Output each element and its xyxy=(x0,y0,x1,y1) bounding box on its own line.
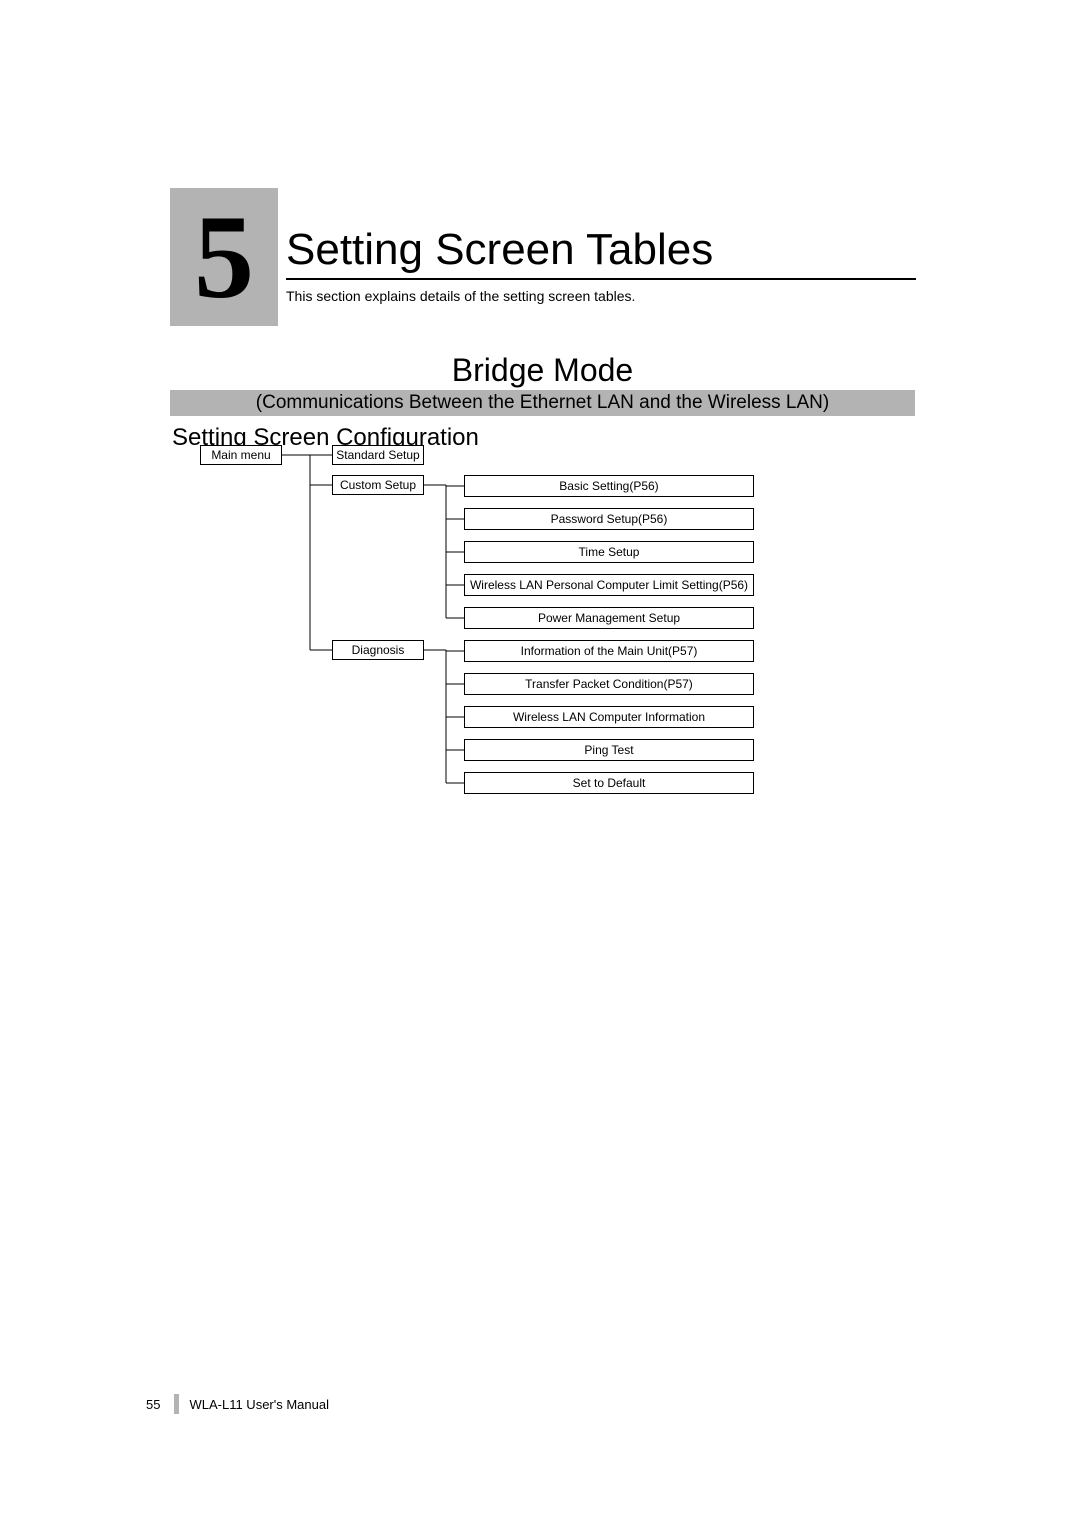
node-label: Password Setup(P56) xyxy=(551,512,668,526)
node-label: Transfer Packet Condition(P57) xyxy=(525,677,693,691)
node-label: Main menu xyxy=(211,448,270,462)
node-label: Power Management Setup xyxy=(538,611,680,625)
mode-subtitle-bar: (Communications Between the Ethernet LAN… xyxy=(170,390,915,416)
mode-subtitle: (Communications Between the Ethernet LAN… xyxy=(256,392,829,414)
node-ping-test: Ping Test xyxy=(464,739,754,761)
node-label: Wireless LAN Personal Computer Limit Set… xyxy=(470,578,748,592)
node-set-default: Set to Default xyxy=(464,772,754,794)
node-time-setup: Time Setup xyxy=(464,541,754,563)
chapter-subtitle: This section explains details of the set… xyxy=(286,288,635,304)
node-main-menu: Main menu xyxy=(200,445,282,465)
chapter-number-block: 5 xyxy=(170,188,278,326)
node-label: Time Setup xyxy=(579,545,640,559)
footer-text: WLA-L11 User's Manual xyxy=(189,1397,329,1412)
mode-title: Bridge Mode xyxy=(170,352,915,389)
node-basic-setting: Basic Setting(P56) xyxy=(464,475,754,497)
node-transfer-packet: Transfer Packet Condition(P57) xyxy=(464,673,754,695)
node-label: Wireless LAN Computer Information xyxy=(513,710,705,724)
manual-page: 5 Setting Screen Tables This section exp… xyxy=(0,0,1080,1528)
chapter-title: Setting Screen Tables xyxy=(286,225,713,275)
node-password-setup: Password Setup(P56) xyxy=(464,508,754,530)
node-standard-setup: Standard Setup xyxy=(332,445,424,465)
node-label: Standard Setup xyxy=(336,448,419,462)
node-wlan-computer-info: Wireless LAN Computer Information xyxy=(464,706,754,728)
node-label: Information of the Main Unit(P57) xyxy=(521,644,698,658)
node-label: Diagnosis xyxy=(352,643,405,657)
node-label: Basic Setting(P56) xyxy=(559,479,658,493)
footer-divider xyxy=(174,1394,179,1414)
node-custom-setup: Custom Setup xyxy=(332,475,424,495)
chapter-number: 5 xyxy=(194,197,254,317)
node-diagnosis: Diagnosis xyxy=(332,640,424,660)
title-underline xyxy=(286,278,916,280)
node-wlan-limit: Wireless LAN Personal Computer Limit Set… xyxy=(464,574,754,596)
node-label: Set to Default xyxy=(573,776,646,790)
node-label: Ping Test xyxy=(584,743,633,757)
page-number: 55 xyxy=(146,1397,160,1412)
node-power-mgmt: Power Management Setup xyxy=(464,607,754,629)
page-footer: 55 WLA-L11 User's Manual xyxy=(146,1394,329,1414)
node-info-main-unit: Information of the Main Unit(P57) xyxy=(464,640,754,662)
node-label: Custom Setup xyxy=(340,478,416,492)
screen-config-diagram: Main menu Standard Setup Custom Setup Di… xyxy=(170,445,915,805)
